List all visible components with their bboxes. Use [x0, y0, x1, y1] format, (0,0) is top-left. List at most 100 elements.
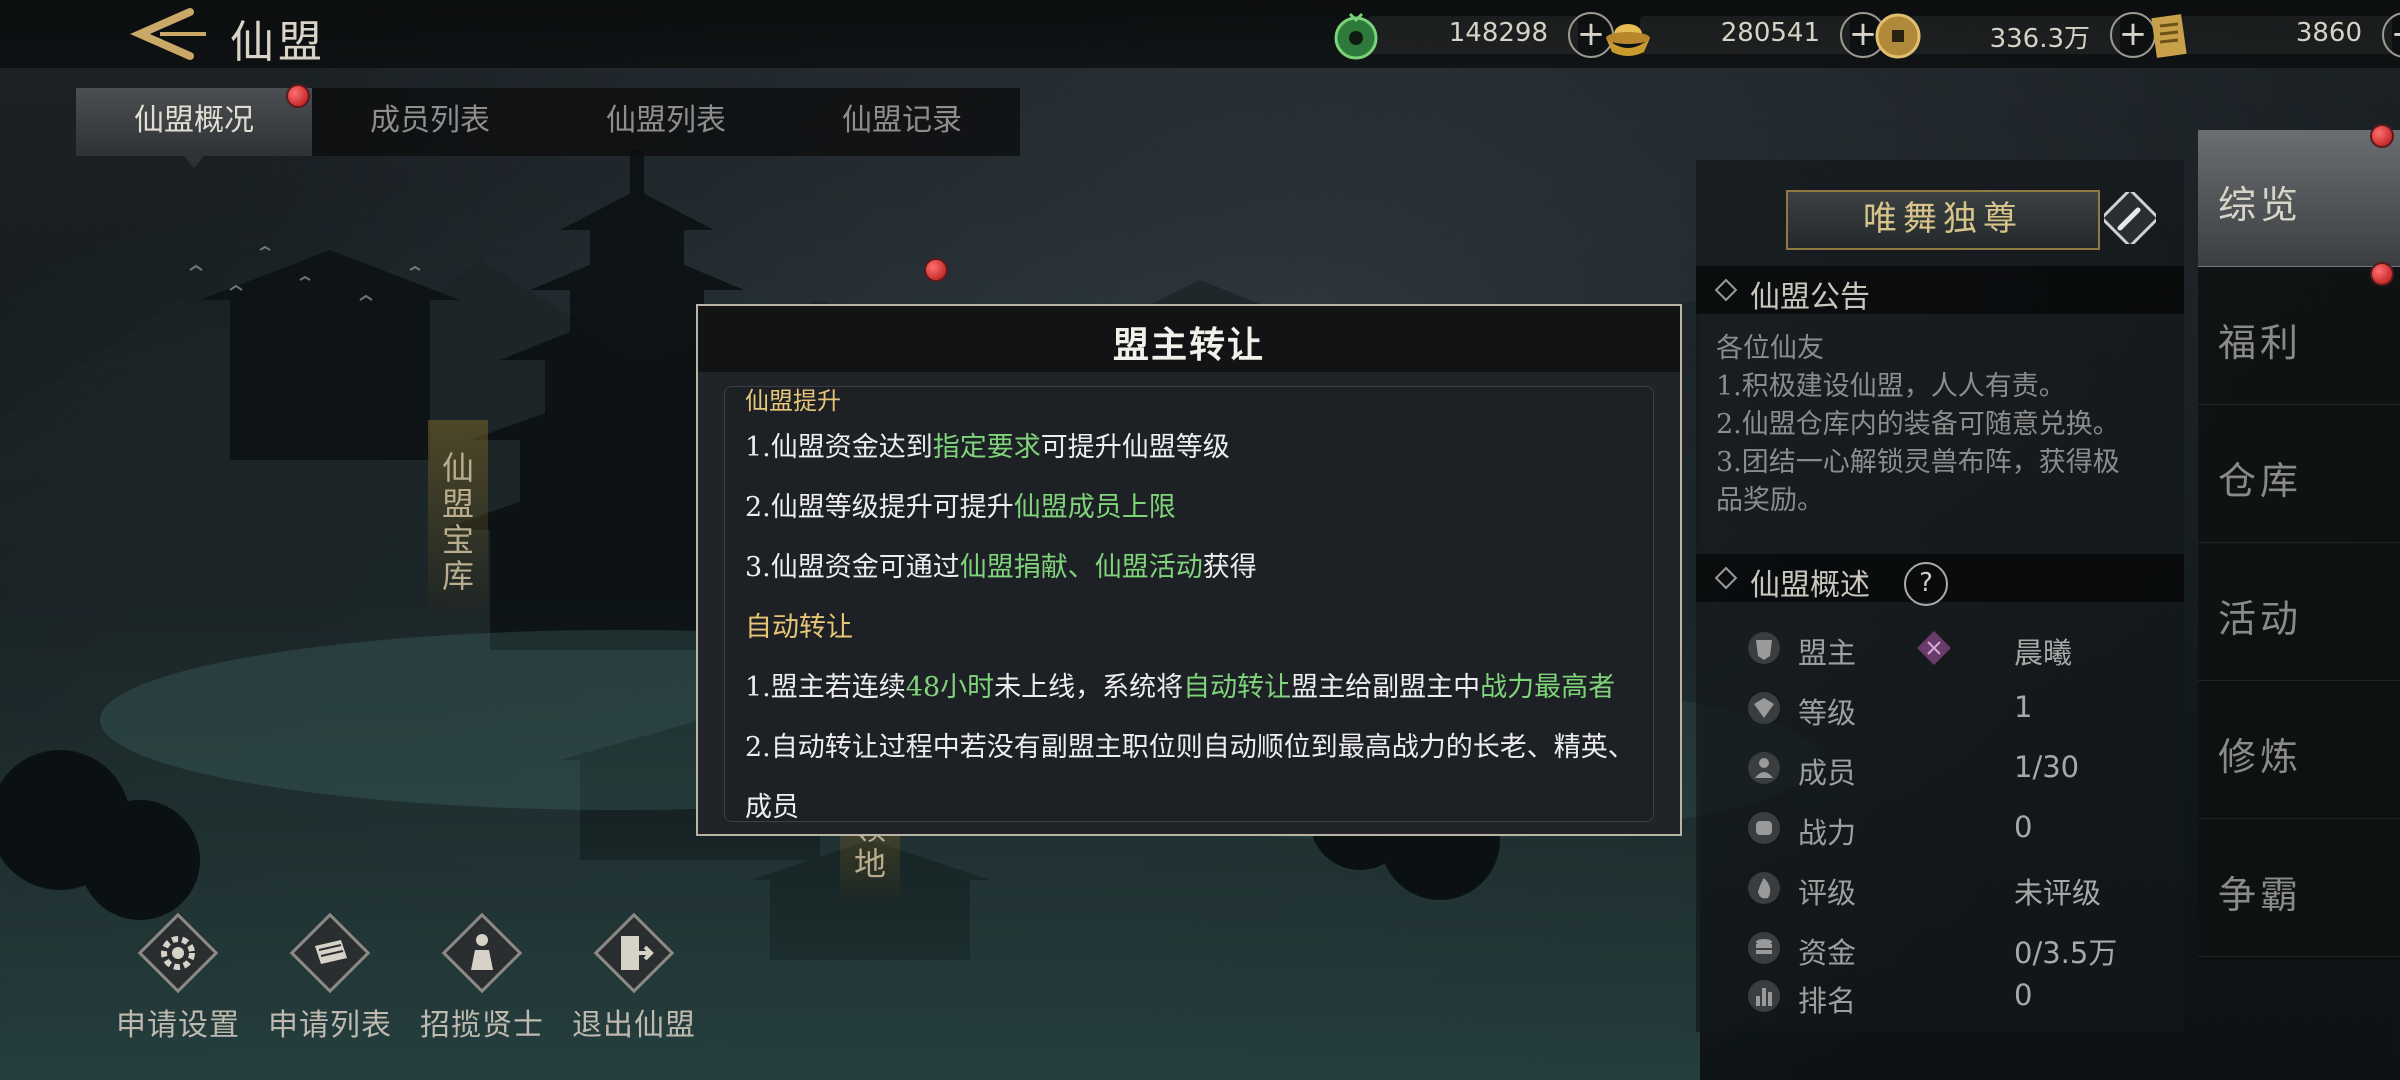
- action-label: 退出仙盟: [572, 1008, 696, 1043]
- currency-value: 336.3万: [1989, 24, 2090, 54]
- stat-row-power: 战力 0: [1746, 806, 2166, 850]
- rule-highlight: 战力最高者: [1480, 672, 1616, 703]
- stat-value: 未评级: [2014, 876, 2102, 910]
- tab-label: 仙盟概况: [134, 103, 254, 138]
- leader-transfer-dialog: 盟主转让 仙盟提升 1.仙盟资金达到指定要求可提升仙盟等级 2.仙盟等级提升可提…: [696, 304, 1682, 836]
- rule-text: 3.仙盟资金可通过: [745, 552, 960, 583]
- jade-coin-icon: [1334, 12, 1378, 60]
- notice-title: 仙盟公告: [1750, 280, 1870, 315]
- rule-line: 成员: [745, 792, 799, 822]
- notice-text: 各位仙友 1.积极建设仙盟，人人有责。 2.仙盟仓库内的装备可随意兑换。 3.团…: [1716, 330, 2166, 520]
- overview-title: 仙盟概述: [1750, 568, 1870, 603]
- currency-scroll: 3860 +: [2142, 8, 2400, 60]
- section-title-upgrade: 仙盟提升: [745, 387, 841, 415]
- tab-guild-records[interactable]: 仙盟记录: [784, 88, 1020, 156]
- side-nav-overview[interactable]: 综览: [2198, 130, 2400, 267]
- side-nav-label: 仓库: [2218, 459, 2303, 503]
- guild-name-banner: 唯舞独尊: [1786, 190, 2100, 250]
- top-bar: 仙盟 148298 + 280541 + 336.3万 + 3860: [0, 0, 2400, 68]
- notice-line: 2.仙盟仓库内的装备可随意兑换。: [1716, 409, 2120, 440]
- diamond-bullet-icon: [1714, 566, 1738, 590]
- recruit-talent-button[interactable]: 招揽贤士: [412, 912, 552, 1044]
- gold-ingot-icon: [1606, 24, 1650, 56]
- tab-member-list[interactable]: 成员列表: [312, 88, 548, 156]
- stat-key: 等级: [1798, 696, 1857, 730]
- help-button[interactable]: ?: [1904, 562, 1948, 606]
- side-nav: 综览 福利 仓库 活动 修炼 争霸: [2198, 130, 2400, 960]
- stat-value: 1/30: [2014, 750, 2080, 784]
- pencil-icon: [2099, 187, 2161, 249]
- application-list-button[interactable]: 申请列表: [260, 912, 400, 1044]
- currency-jade: 148298 +: [1328, 8, 1618, 60]
- action-label: 申请列表: [268, 1008, 392, 1043]
- side-nav-welfare[interactable]: 福利: [2198, 268, 2400, 405]
- side-nav-contest[interactable]: 争霸: [2198, 820, 2400, 957]
- back-button[interactable]: [120, 6, 210, 62]
- stat-value: 晨曦: [2014, 636, 2073, 670]
- stat-row-leader: 盟主 晨曦: [1746, 626, 2166, 670]
- scroll-token-icon: [2151, 14, 2187, 58]
- action-label: 申请设置: [116, 1008, 240, 1043]
- coin-stack-icon: [1748, 932, 1780, 964]
- building-badge: [924, 258, 948, 282]
- rule-line: 1.盟主若连续48小时未上线，系统将自动转让盟主给副盟主中战力最高者: [745, 665, 1615, 704]
- rule-line: 2.自动转让过程中若没有副盟主职位则自动顺位到最高战力的长老、精英、: [745, 732, 1635, 763]
- book-icon: [289, 912, 371, 994]
- stat-key: 盟主: [1798, 636, 1857, 670]
- flame-icon: [1748, 872, 1780, 904]
- recruit-figure-icon: [441, 912, 523, 994]
- tab-guild-overview[interactable]: 仙盟概况: [76, 84, 312, 168]
- stat-row-funds: 资金 0/3.5万: [1746, 926, 2166, 970]
- notice-header: 仙盟公告: [1696, 266, 2184, 315]
- currency-value: 3860: [2295, 18, 2362, 48]
- stat-value: 1: [2014, 690, 2033, 724]
- stat-value: 0: [2014, 810, 2033, 844]
- currency-gold: 280541 +: [1600, 8, 1890, 60]
- leader-avatar-icon: [1917, 631, 1951, 665]
- side-nav-cultivation[interactable]: 修炼: [2198, 682, 2400, 819]
- tab-guild-list[interactable]: 仙盟列表: [548, 88, 784, 156]
- stat-value: 0/3.5万: [2014, 936, 2118, 970]
- action-label: 招揽贤士: [420, 1008, 544, 1043]
- rule-highlight: 仙盟成员上限: [1013, 492, 1176, 523]
- rule-text: 可提升仙盟等级: [1040, 432, 1230, 463]
- treasury-label-text: 仙盟宝库: [441, 449, 474, 595]
- leave-guild-button[interactable]: 退出仙盟: [564, 912, 704, 1044]
- side-nav-label: 福利: [2218, 321, 2303, 365]
- notice-line: 1.积极建设仙盟，人人有责。: [1716, 371, 2066, 402]
- stat-key: 评级: [1798, 876, 1857, 910]
- edit-name-button[interactable]: [2099, 187, 2161, 249]
- gear-icon: [137, 912, 219, 994]
- currency-value: 280541: [1720, 18, 1820, 48]
- dialog-scroll-content[interactable]: 仙盟提升 1.仙盟资金达到指定要求可提升仙盟等级 2.仙盟等级提升可提升仙盟成员…: [724, 386, 1654, 822]
- tab-bar: 仙盟概况 成员列表 仙盟列表 仙盟记录: [76, 84, 1020, 168]
- tab-label: 成员列表: [370, 103, 490, 138]
- rule-line: 2.仙盟等级提升可提升仙盟成员上限: [745, 485, 1176, 524]
- rule-line: 3.仙盟资金可通过仙盟捐献、仙盟活动获得: [745, 545, 1257, 584]
- side-nav-activity[interactable]: 活动: [2198, 544, 2400, 681]
- stat-value: 0: [2014, 978, 2033, 1012]
- side-nav-warehouse[interactable]: 仓库: [2198, 406, 2400, 543]
- rule-text: 盟主给副盟主中: [1291, 672, 1481, 703]
- notification-badge: [286, 84, 310, 108]
- rule-text: 1.仙盟资金达到: [745, 432, 933, 463]
- rule-highlight: 自动转让: [1183, 672, 1292, 703]
- apply-settings-button[interactable]: 申请设置: [108, 912, 248, 1044]
- notice-line: 各位仙友: [1716, 333, 1824, 364]
- section-title-auto-transfer: 自动转让: [745, 612, 853, 643]
- fist-icon: [1748, 812, 1780, 844]
- back-arrow-icon: [130, 8, 206, 60]
- stat-key: 资金: [1798, 936, 1857, 970]
- notice-line: 3.团结一心解锁灵兽布阵，获得极: [1716, 447, 2120, 478]
- dialog-header: 盟主转让: [698, 306, 1680, 372]
- rule-text: 1.盟主若连续: [745, 672, 906, 703]
- rule-line: 1.仙盟资金达到指定要求可提升仙盟等级: [745, 425, 1230, 464]
- exit-door-icon: [593, 912, 675, 994]
- gem-icon: [1748, 692, 1780, 724]
- side-nav-label: 争霸: [2218, 873, 2303, 917]
- treasury-building-label[interactable]: 仙盟宝库: [428, 420, 488, 614]
- stat-key: 排名: [1798, 984, 1857, 1018]
- tab-label: 仙盟列表: [606, 103, 726, 138]
- side-nav-badge: [2370, 262, 2394, 286]
- person-icon: [1748, 752, 1780, 784]
